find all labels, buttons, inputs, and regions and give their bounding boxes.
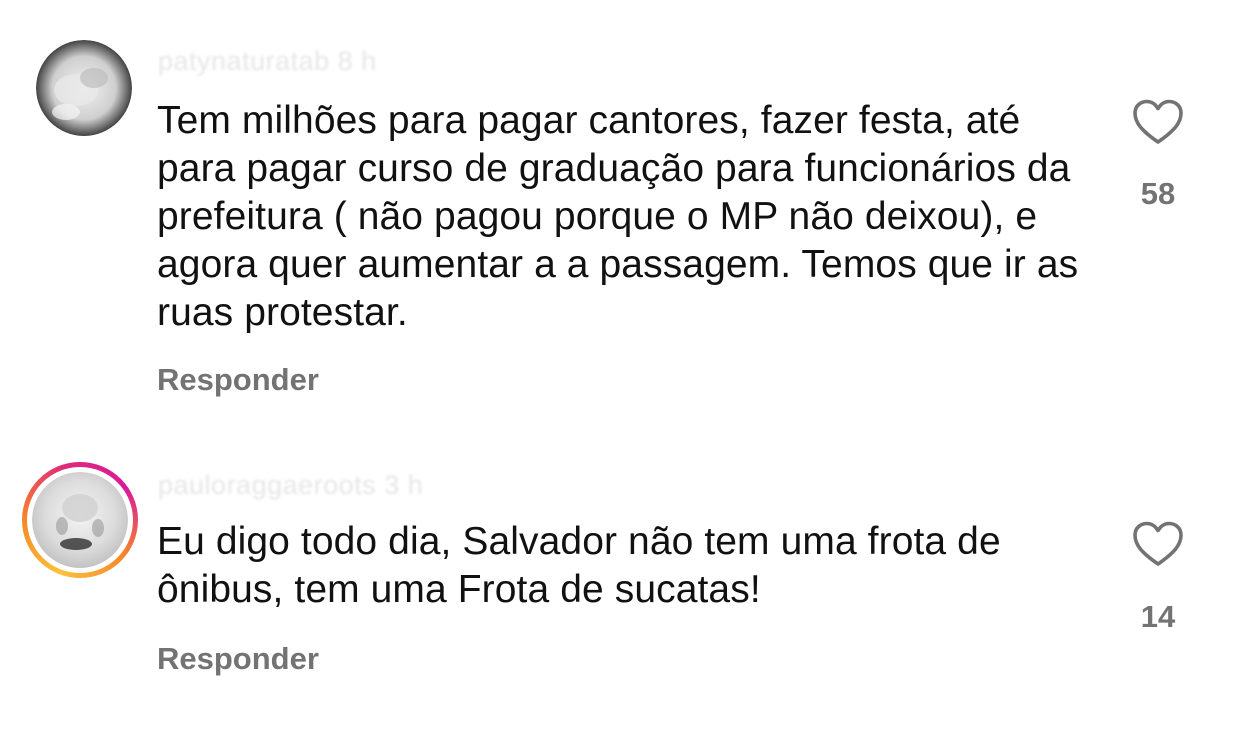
username-text[interactable]: pauloraggaeroots bbox=[158, 470, 376, 500]
comment-text: Eu digo todo dia, Salvador não tem uma f… bbox=[157, 520, 1001, 611]
like-button[interactable] bbox=[1132, 521, 1184, 567]
username[interactable]: pauloraggaeroots 3 h bbox=[158, 470, 423, 501]
reply-button[interactable]: Responder bbox=[157, 641, 319, 677]
like-count: 14 bbox=[1140, 599, 1176, 634]
avatar[interactable] bbox=[27, 467, 133, 573]
comment-item: pauloraggaeroots 3 h Eu digo todo dia, S… bbox=[0, 0, 1242, 730]
avatar-image bbox=[32, 472, 128, 568]
comment-time: 3 h bbox=[384, 470, 424, 500]
heart-outline-icon bbox=[1133, 521, 1183, 566]
